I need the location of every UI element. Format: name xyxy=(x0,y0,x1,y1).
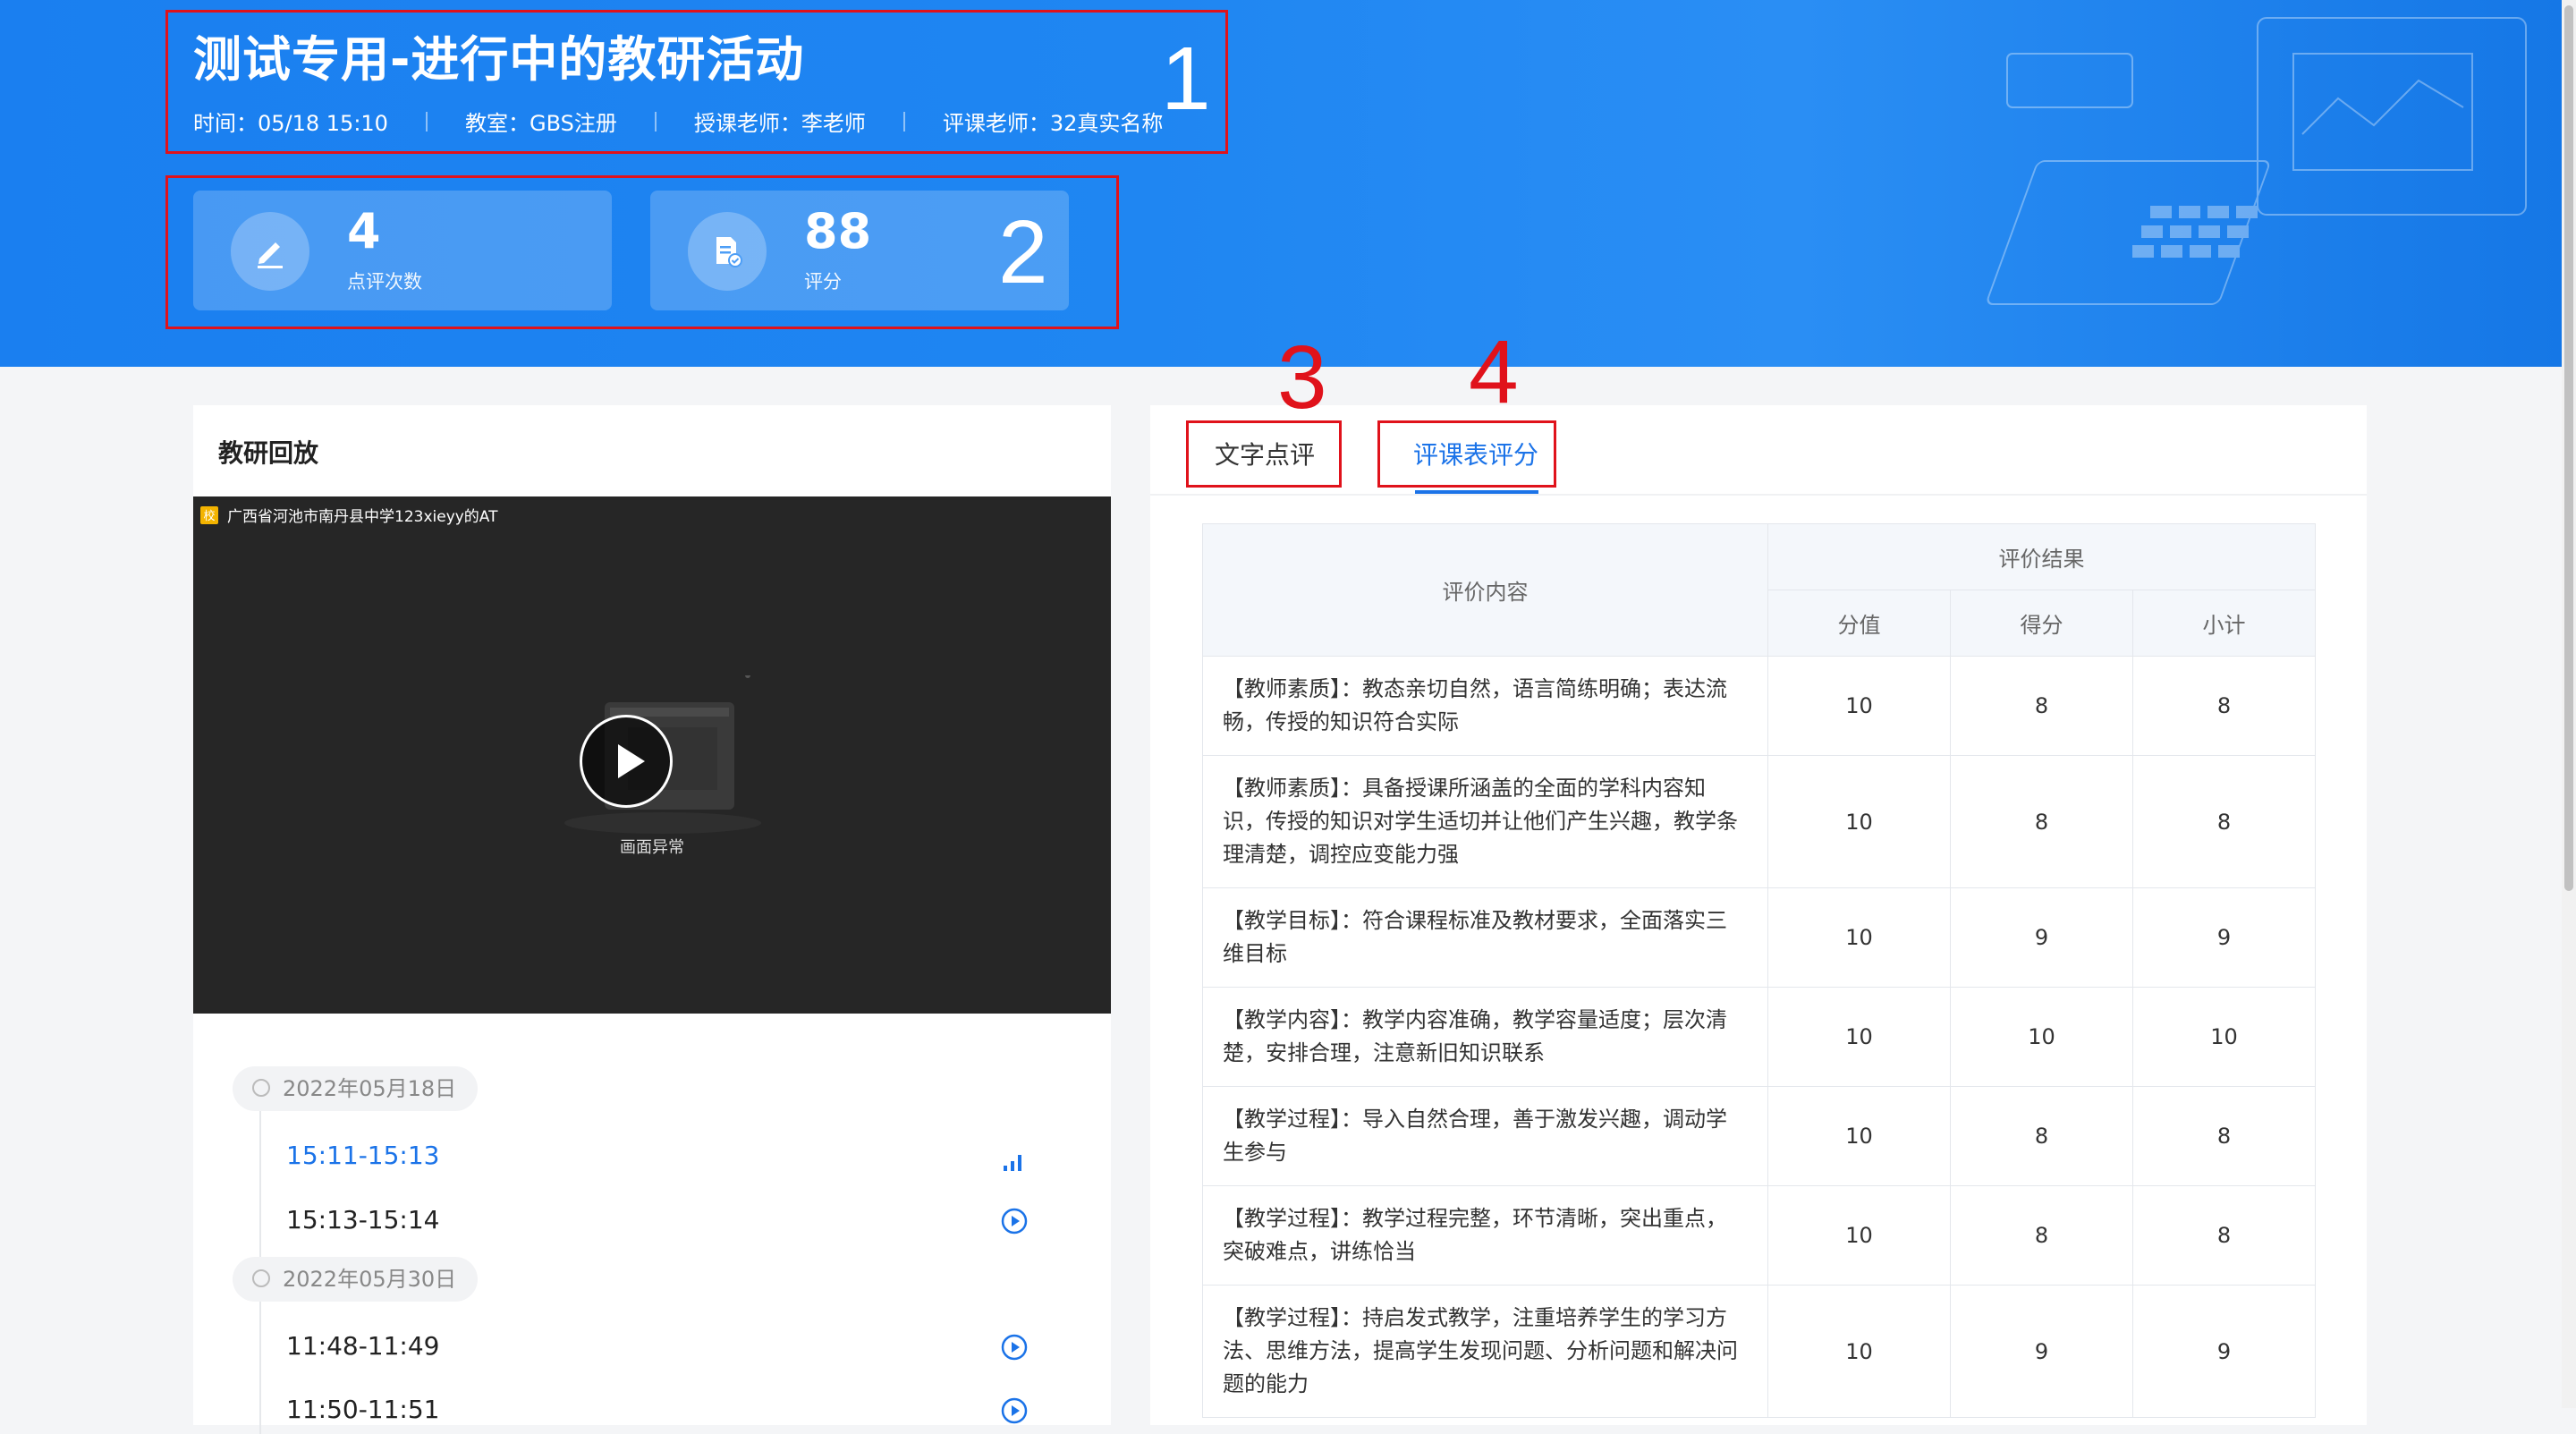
play-icon[interactable] xyxy=(580,715,673,808)
table-row: 【教学过程】：教学过程完整，环节清晰，突出重点，突破难点，讲练恰当 10 8 8 xyxy=(1202,1185,2316,1286)
row-score: 9 xyxy=(1950,887,2133,988)
table-row: 【教学过程】：持启发式教学，注重培养学生的学习方法、思维方法，提高学生发现问题、… xyxy=(1202,1285,2316,1418)
row-score: 9 xyxy=(1950,1285,2133,1418)
row-value: 10 xyxy=(1767,755,1951,888)
row-score: 10 xyxy=(1950,987,2133,1087)
annotation-label-2: 2 xyxy=(998,202,1048,302)
row-subtotal: 8 xyxy=(2132,1086,2316,1186)
replay-panel: 教研回放 校 广西省河池市南丹县中学123xieyy的AT 画面异常 2022年… xyxy=(193,405,1111,1434)
table-row: 【教学目标】：符合课程标准及教材要求，全面落实三维目标 10 9 9 xyxy=(1202,887,2316,988)
row-content: 【教学目标】：符合课程标准及教材要求，全面落实三维目标 xyxy=(1202,887,1768,988)
timeline-line xyxy=(259,1073,261,1434)
annotation-box-1 xyxy=(165,10,1228,154)
header-content: 评价内容 xyxy=(1202,523,1768,657)
tabs-divider xyxy=(1150,494,2367,496)
play-circle-icon[interactable] xyxy=(1000,1396,1029,1425)
row-score: 8 xyxy=(1950,755,2133,888)
row-content: 【教学过程】：持启发式教学，注重培养学生的学习方法、思维方法，提高学生发现问题、… xyxy=(1202,1285,1768,1418)
annotation-box-2 xyxy=(165,175,1119,329)
annotation-label-4: 4 xyxy=(1469,322,1519,422)
replay-slot[interactable]: 15:11-15:13 xyxy=(286,1141,440,1170)
decorative-illustration xyxy=(1987,17,2527,305)
row-score: 8 xyxy=(1950,1086,2133,1186)
page-scrollbar[interactable] xyxy=(2562,0,2576,1408)
clock-icon xyxy=(252,1269,270,1287)
row-subtotal: 9 xyxy=(2132,887,2316,988)
clock-icon xyxy=(252,1079,270,1097)
row-subtotal: 8 xyxy=(2132,755,2316,888)
row-score: 8 xyxy=(1950,656,2133,756)
row-subtotal: 8 xyxy=(2132,656,2316,756)
evaluation-panel: 文字点评 评课表评分 评价内容 评价结果 分值 得分 小计 【教师素质】：教态亲… xyxy=(1150,405,2367,1425)
row-subtotal: 9 xyxy=(2132,1285,2316,1418)
annotation-label-3: 3 xyxy=(1277,327,1327,428)
table-row: 【教学过程】：导入自然合理，善于激发兴趣，调动学生参与 10 8 8 xyxy=(1202,1086,2316,1186)
video-source-label: 校 广西省河池市南丹县中学123xieyy的AT xyxy=(200,504,498,526)
row-content: 【教师素质】：教态亲切自然，语言简练明确；表达流畅，传授的知识符合实际 xyxy=(1202,656,1768,756)
row-value: 10 xyxy=(1767,1086,1951,1186)
score-table: 评价内容 评价结果 分值 得分 小计 【教师素质】：教态亲切自然，语言简练明确；… xyxy=(1202,523,2316,1418)
row-subtotal: 10 xyxy=(2132,987,2316,1087)
header-score: 得分 xyxy=(1950,590,2133,657)
table-row: 【教师素质】：教态亲切自然，语言简练明确；表达流畅，传授的知识符合实际 10 8… xyxy=(1202,656,2316,756)
school-badge-icon: 校 xyxy=(200,505,218,524)
header-result: 评价结果 xyxy=(1767,523,2316,590)
row-content: 【教学内容】：教学内容准确，教学容量适度；层次清楚，安排合理，注意新旧知识联系 xyxy=(1202,987,1768,1087)
row-value: 10 xyxy=(1767,987,1951,1087)
date-group-label: 2022年05月30日 xyxy=(233,1257,479,1302)
video-player[interactable]: 校 广西省河池市南丹县中学123xieyy的AT 画面异常 xyxy=(193,496,1111,1014)
play-circle-icon[interactable] xyxy=(1000,1333,1029,1362)
date-group-label: 2022年05月18日 xyxy=(233,1066,479,1111)
header-subtotal: 小计 xyxy=(2132,590,2316,657)
header-value: 分值 xyxy=(1767,590,1951,657)
replay-slot[interactable]: 11:50-11:51 xyxy=(286,1395,440,1424)
video-status: 画面异常 xyxy=(620,838,684,857)
annotation-label-1: 1 xyxy=(1161,29,1211,129)
row-content: 【教学过程】：教学过程完整，环节清晰，突出重点，突破难点，讲练恰当 xyxy=(1202,1185,1768,1286)
row-content: 【教学过程】：导入自然合理，善于激发兴趣，调动学生参与 xyxy=(1202,1086,1768,1186)
row-value: 10 xyxy=(1767,1185,1951,1286)
annotation-box-3 xyxy=(1186,420,1342,488)
row-content: 【教师素质】：具备授课所涵盖的全面的学科内容知识，传授的知识对学生适切并让他们产… xyxy=(1202,755,1768,888)
replay-slot[interactable]: 15:13-15:14 xyxy=(286,1205,440,1235)
scrollbar-thumb[interactable] xyxy=(2564,5,2573,891)
replay-slot[interactable]: 11:48-11:49 xyxy=(286,1331,440,1361)
row-value: 10 xyxy=(1767,887,1951,988)
table-row: 【教师素质】：具备授课所涵盖的全面的学科内容知识，传授的知识对学生适切并让他们产… xyxy=(1202,755,2316,888)
play-circle-icon[interactable] xyxy=(1000,1207,1029,1235)
activity-header: 测试专用-进行中的教研活动 时间：05/18 15:10 教室：GBS注册 授课… xyxy=(0,0,2562,367)
row-value: 10 xyxy=(1767,1285,1951,1418)
annotation-box-4 xyxy=(1377,420,1556,488)
playing-bars-icon[interactable] xyxy=(1000,1146,1029,1175)
row-score: 8 xyxy=(1950,1185,2133,1286)
table-row: 【教学内容】：教学内容准确，教学容量适度；层次清楚，安排合理，注意新旧知识联系 … xyxy=(1202,987,2316,1087)
row-value: 10 xyxy=(1767,656,1951,756)
row-subtotal: 8 xyxy=(2132,1185,2316,1286)
video-source-text: 广西省河池市南丹县中学123xieyy的AT xyxy=(227,508,498,526)
replay-title: 教研回放 xyxy=(218,438,319,468)
